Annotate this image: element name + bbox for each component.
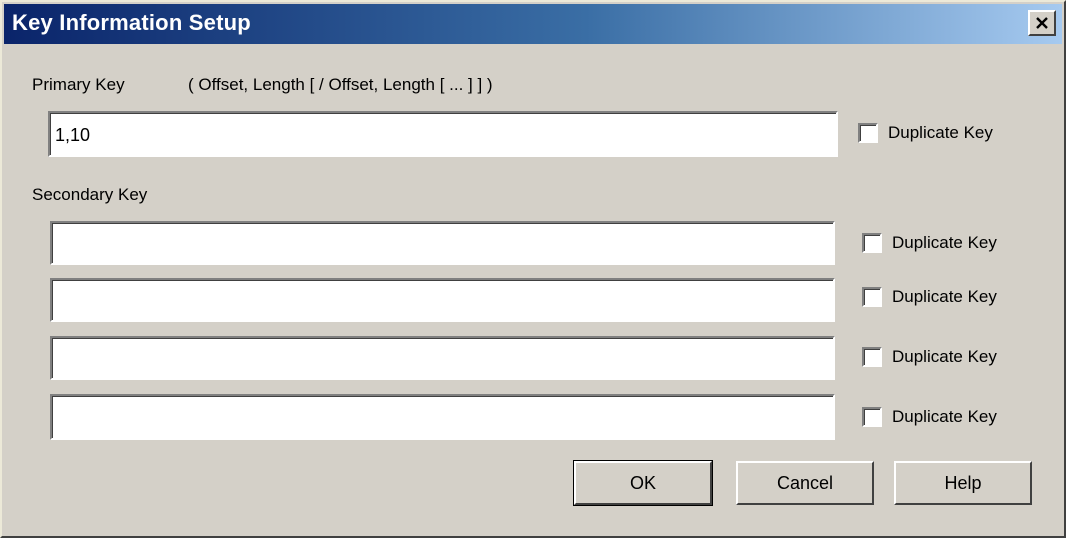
ok-button[interactable]: OK: [573, 460, 713, 506]
close-button[interactable]: [1028, 10, 1056, 36]
secondary-duplicate-key-checkbox-3[interactable]: Duplicate Key: [862, 345, 997, 369]
cancel-button[interactable]: Cancel: [736, 461, 874, 505]
primary-key-input[interactable]: [48, 111, 838, 157]
help-button[interactable]: Help: [894, 461, 1032, 505]
checkbox-box[interactable]: [858, 123, 878, 143]
checkbox-box[interactable]: [862, 407, 882, 427]
primary-key-label: Primary Key: [32, 75, 125, 94]
secondary-key-label: Secondary Key: [32, 185, 148, 204]
secondary-key-input-4[interactable]: [50, 394, 835, 440]
secondary-duplicate-key-checkbox-2[interactable]: Duplicate Key: [862, 285, 997, 309]
dialog-title: Key Information Setup: [12, 10, 251, 35]
close-icon: [1036, 17, 1048, 29]
checkbox-box[interactable]: [862, 347, 882, 367]
secondary-duplicate-key-checkbox-1[interactable]: Duplicate Key: [862, 231, 997, 255]
duplicate-key-label: Duplicate Key: [892, 347, 997, 366]
duplicate-key-label: Duplicate Key: [892, 407, 997, 426]
duplicate-key-label: Duplicate Key: [888, 123, 993, 142]
duplicate-key-label: Duplicate Key: [892, 287, 997, 306]
secondary-key-input-3[interactable]: [50, 336, 835, 380]
primary-duplicate-key-checkbox[interactable]: Duplicate Key: [858, 121, 993, 145]
key-format-hint: ( Offset, Length [ / Offset, Length [ ..…: [188, 75, 493, 94]
secondary-key-input-2[interactable]: [50, 278, 835, 322]
checkbox-box[interactable]: [862, 287, 882, 307]
title-bar[interactable]: Key Information Setup: [4, 4, 1062, 44]
checkbox-box[interactable]: [862, 233, 882, 253]
secondary-key-input-1[interactable]: [50, 221, 835, 265]
duplicate-key-label: Duplicate Key: [892, 233, 997, 252]
secondary-duplicate-key-checkbox-4[interactable]: Duplicate Key: [862, 405, 997, 429]
key-information-setup-dialog: Key Information Setup Primary Key ( Offs…: [0, 0, 1066, 538]
